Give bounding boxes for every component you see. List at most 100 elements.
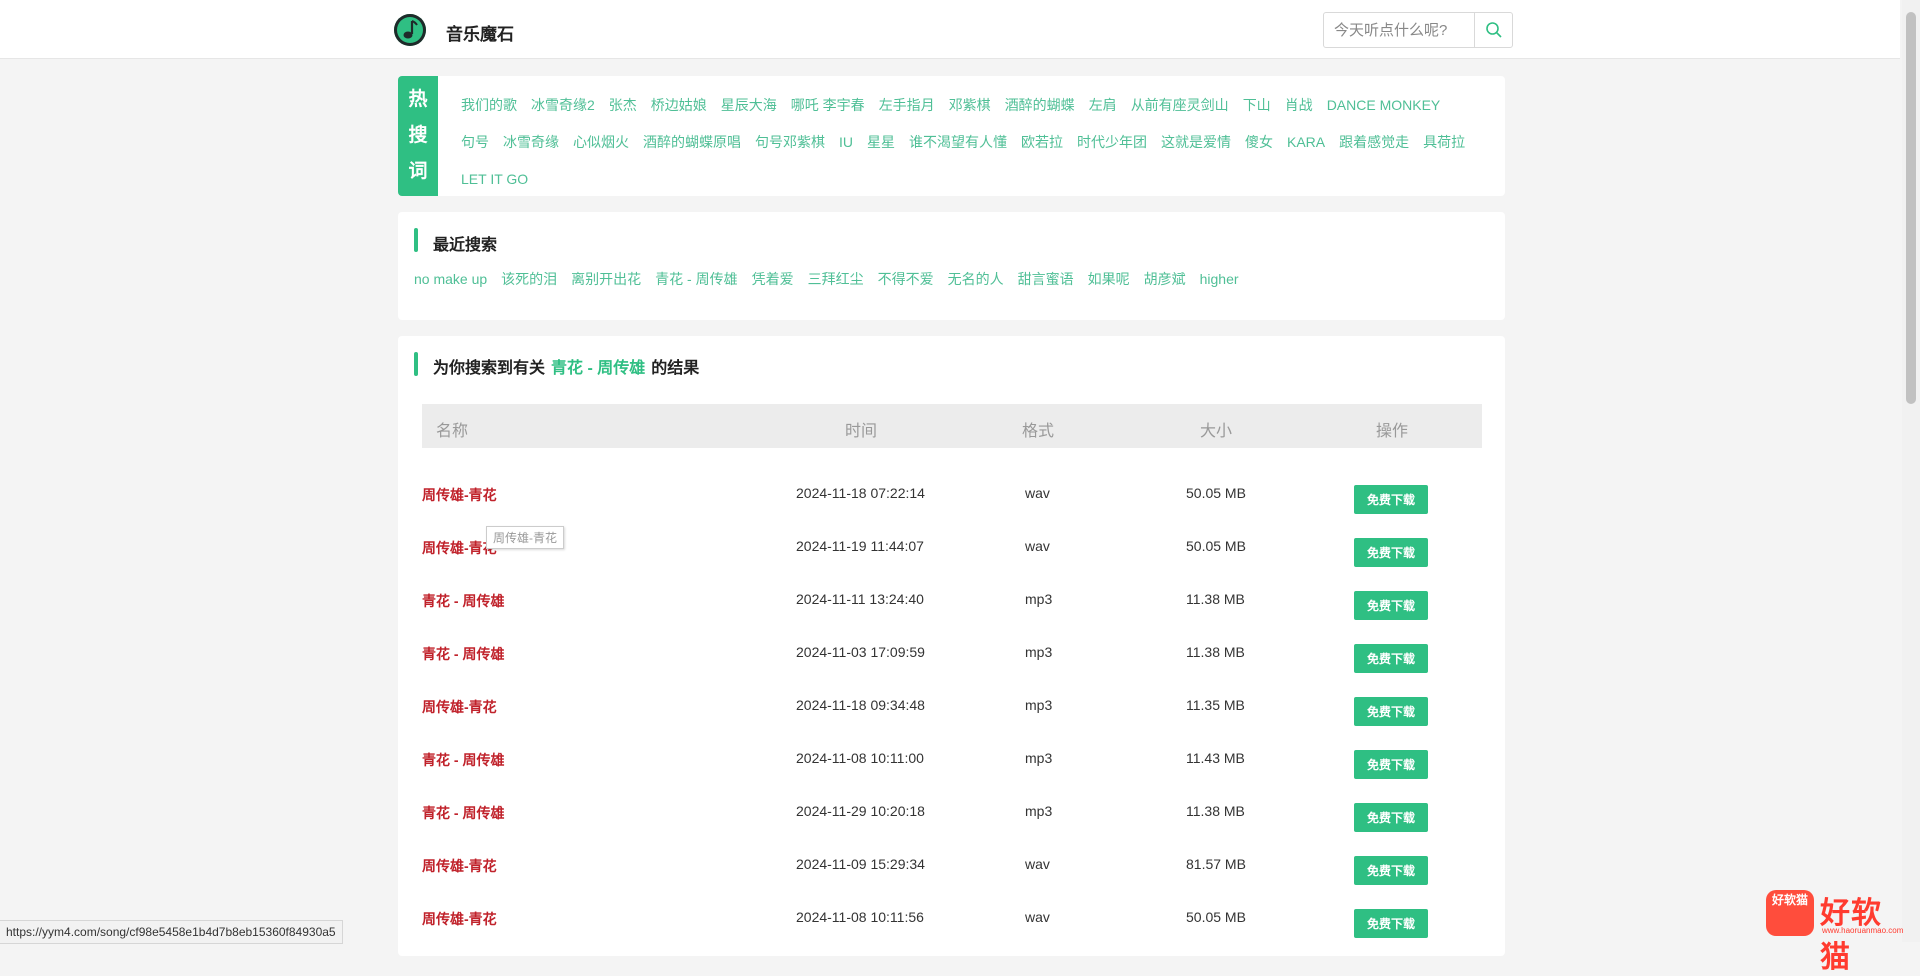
hot-search-link[interactable]: 酒醉的蝴蝶 [1005,97,1075,113]
song-name-link[interactable]: 周传雄-青花 [422,856,497,876]
table-header: 名称 时间 格式 大小 操作 [422,404,1482,448]
song-time: 2024-11-19 11:44:07 [796,538,924,554]
song-name-link[interactable]: 青花 - 周传雄 [422,644,504,664]
song-size: 11.35 MB [1186,697,1245,713]
song-name-link[interactable]: 青花 - 周传雄 [422,591,504,611]
hot-search-link[interactable]: 谁不渴望有人懂 [909,134,1007,150]
page-scrollbar[interactable] [1902,0,1920,942]
recent-search-link[interactable]: 胡彦斌 [1144,271,1186,287]
hot-search-link[interactable]: 酒醉的蝴蝶原唱 [643,134,741,150]
search-input[interactable] [1324,13,1472,47]
brand-name[interactable]: 音乐魔石 [446,20,514,45]
hot-search-link[interactable]: 桥边姑娘 [651,97,707,113]
status-url: https://yym4.com/song/cf98e5458e1b4d7b8e… [0,920,343,944]
song-time: 2024-11-08 10:11:00 [796,750,924,766]
results-keyword: 青花 - 周传雄 [551,360,646,377]
song-time: 2024-11-18 09:34:48 [796,697,925,713]
hot-search-link[interactable]: 邓紫棋 [949,97,991,113]
table-row: 青花 - 周传雄 2024-11-08 10:11:00 mp3 11.43 M… [422,733,1482,786]
hot-search-link[interactable]: 左手指月 [879,97,935,113]
song-size: 11.43 MB [1186,750,1245,766]
song-size: 50.05 MB [1186,538,1246,554]
search-button[interactable] [1474,13,1513,47]
col-size-header: 大小 [1200,423,1233,440]
free-download-button[interactable]: 免费下载 [1354,697,1428,726]
hot-search-link[interactable]: 星辰大海 [721,97,777,113]
hot-search-link[interactable]: 张杰 [609,97,637,113]
recent-search-link[interactable]: 离别开出花 [571,271,641,287]
song-name-link[interactable]: 周传雄-青花 [422,485,497,505]
hot-search-link[interactable]: 冰雪奇缘 [503,134,559,150]
recent-search-link[interactable]: higher [1200,271,1239,287]
song-size: 81.57 MB [1186,856,1246,872]
free-download-button[interactable]: 免费下载 [1354,856,1428,885]
hot-search-link[interactable]: 句号邓紫棋 [755,134,825,150]
hot-search-link[interactable]: IU [839,134,853,150]
hot-label-char: 搜 [408,125,428,146]
hot-search-link[interactable]: 星星 [867,134,895,150]
recent-search-link[interactable]: 无名的人 [948,271,1004,287]
hot-search-link[interactable]: 跟着感觉走 [1339,134,1409,150]
hot-label-char: 词 [408,161,428,182]
hot-search-link[interactable]: 冰雪奇缘2 [531,97,595,113]
song-name-link[interactable]: 青花 - 周传雄 [422,803,504,823]
hot-search-link[interactable]: 从前有座灵剑山 [1131,97,1229,113]
free-download-button[interactable]: 免费下载 [1354,591,1428,620]
free-download-button[interactable]: 免费下载 [1354,750,1428,779]
song-time: 2024-11-29 10:20:18 [796,803,925,819]
song-time: 2024-11-18 07:22:14 [796,485,925,501]
song-format: mp3 [1025,750,1053,766]
recent-search-title: 最近搜索 [433,237,498,254]
free-download-button[interactable]: 免费下载 [1354,803,1428,832]
hot-search-link[interactable]: 下山 [1243,97,1271,113]
section-accent-bar [414,228,418,252]
search-icon [1486,22,1502,38]
song-size: 11.38 MB [1186,591,1245,607]
music-note-icon[interactable] [394,14,426,46]
hot-search-link[interactable]: 哪吒 李宇春 [791,97,865,113]
hot-search-list: 我们的歌 冰雪奇缘2 张杰 桥边姑娘 星辰大海 哪吒 李宇春 左手指月 邓紫棋 酒醉的蝴蝶 左肩从… [461,87,1501,198]
free-download-button[interactable]: 免费下载 [1354,485,1428,514]
watermark-badge: 好软猫 [1771,893,1808,907]
top-header: 音乐魔石 [0,0,1900,59]
table-row: 周传雄-青花 2024-11-19 11:44:07 wav 50.05 MB … [422,521,1482,574]
hot-search-link[interactable]: 这就是爱情 [1161,134,1231,150]
scrollbar-thumb[interactable] [1906,12,1916,404]
song-format: mp3 [1025,644,1053,660]
section-accent-bar [414,352,418,376]
recent-search-link[interactable]: no make up [414,271,487,287]
recent-search-link[interactable]: 该死的泪 [501,271,557,287]
hot-search-link[interactable]: 句号 [461,134,489,150]
hot-search-link[interactable]: 心似烟火 [573,134,629,150]
recent-search-link[interactable]: 青花 - 周传雄 [655,271,737,287]
recent-search-link[interactable]: 甜言蜜语 [1018,271,1074,287]
hot-search-link[interactable]: 我们的歌 [461,97,517,113]
free-download-button[interactable]: 免费下载 [1354,644,1428,673]
hot-search-link[interactable]: KARA [1287,134,1325,150]
results-title-prefix: 为你搜索到有关 [433,360,546,377]
hot-search-link[interactable]: 傻女 [1245,134,1273,150]
recent-search-panel: 最近搜索 no make up 该死的泪 离别开出花 青花 - 周传雄 凭着爱 三拜红尘不… [398,212,1505,320]
hot-search-link[interactable]: 时代少年团 [1077,134,1147,150]
watermark-logo: 好软猫 好软猫 www.haoruanmao.com [1762,888,1912,974]
hot-search-link[interactable]: 左肩 [1089,97,1117,113]
song-format: wav [1025,485,1050,501]
recent-search-link[interactable]: 凭着爱 [752,271,794,287]
recent-search-link[interactable]: 如果呢 [1088,271,1130,287]
col-name-header: 名称 [436,423,469,440]
hot-search-link[interactable]: DANCE MONKEY [1327,97,1441,113]
table-row: 周传雄-青花 2024-11-18 09:34:48 mp3 11.35 MB … [422,680,1482,733]
free-download-button[interactable]: 免费下载 [1354,538,1428,567]
recent-search-link[interactable]: 三拜红尘 [808,271,864,287]
hot-search-link[interactable]: 欧若拉 [1021,134,1063,150]
recent-search-link[interactable]: 不得不爱 [878,271,934,287]
hot-search-link[interactable]: 具荷拉 [1423,134,1465,150]
hot-search-link[interactable]: 肖战 [1285,97,1313,113]
hot-search-panel: 热 搜 词 我们的歌 冰雪奇缘2 张杰 桥边姑娘 星辰大海 哪吒 李宇春 左手指月 邓紫棋 酒醉… [398,76,1505,196]
hot-search-link[interactable]: LET IT GO [461,171,528,187]
free-download-button[interactable]: 免费下载 [1354,909,1428,938]
song-name-link[interactable]: 青花 - 周传雄 [422,750,504,770]
song-name-link[interactable]: 周传雄-青花 [422,697,497,717]
song-name-link[interactable]: 周传雄-青花 [422,909,497,929]
watermark-url: www.haoruanmao.com [1822,926,1904,935]
